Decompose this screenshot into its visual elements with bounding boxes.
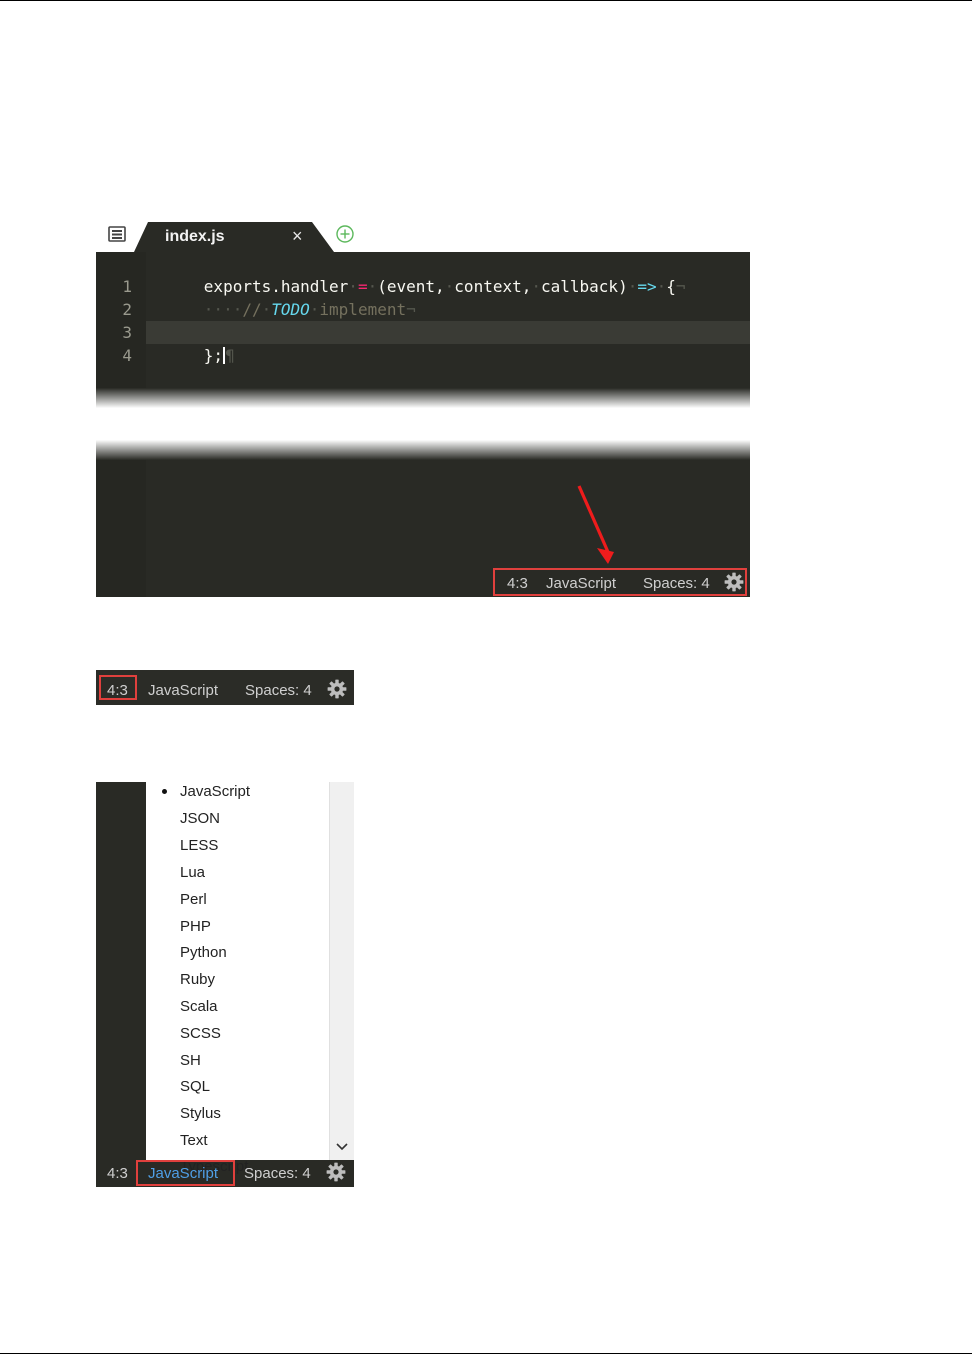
language-option[interactable]: SQL	[180, 1073, 210, 1100]
language-option[interactable]: JavaScript	[180, 782, 250, 805]
language-option[interactable]: Stylus	[180, 1100, 221, 1127]
code-editor-panel: index.js × 1 exports.handler·=·(event,·co…	[96, 214, 750, 597]
dropdown-scrollbar[interactable]	[329, 782, 354, 1160]
line-number: 2	[122, 300, 132, 319]
code-line-2[interactable]: 2 ····//·TODO·implement¬	[122, 275, 415, 319]
language-mode[interactable]: JavaScript	[546, 575, 616, 592]
top-page-rule	[0, 0, 972, 1]
language-option[interactable]: JSON	[180, 805, 220, 832]
language-option[interactable]: Python	[180, 939, 227, 966]
language-option[interactable]: Text	[180, 1127, 208, 1154]
indentation-setting[interactable]: Spaces: 4	[244, 1165, 311, 1182]
selected-bullet-icon	[162, 789, 167, 794]
status-bar-snippet: 4:3 JavaScript Spaces: 4	[96, 670, 354, 705]
cursor-position[interactable]: 4:3	[107, 1165, 128, 1182]
screenshot-break-band	[96, 388, 750, 460]
language-option[interactable]: LESS	[180, 832, 218, 859]
line-number: 4	[122, 346, 132, 365]
language-option[interactable]: Lua	[180, 859, 205, 886]
cursor-position[interactable]: 4:3	[107, 682, 128, 699]
gear-icon[interactable]	[326, 1162, 346, 1182]
language-selector-panel: JavaScript JSON LESS Lua Perl PHP Python…	[96, 782, 354, 1187]
indentation-setting[interactable]: Spaces: 4	[643, 575, 710, 592]
code-line-3[interactable]: 3····callback(null,·'Hello·from·Lambda')…	[122, 298, 598, 342]
language-option[interactable]: SH	[180, 1047, 201, 1074]
bottom-page-rule	[0, 1353, 972, 1354]
chevron-down-icon[interactable]	[336, 1142, 348, 1152]
editor-status-bar: 4:3 JavaScript Spaces: 4	[493, 568, 747, 596]
language-option[interactable]: Ruby	[180, 966, 215, 993]
language-option[interactable]: Perl	[180, 886, 207, 913]
language-dropdown[interactable]: JavaScript JSON LESS Lua Perl PHP Python…	[146, 782, 354, 1175]
gear-icon[interactable]	[327, 679, 347, 699]
add-tab-icon[interactable]	[336, 225, 354, 243]
code-line-1[interactable]: 1 exports.handler·=·(event,·context,·call…	[122, 252, 685, 296]
list-menu-icon[interactable]	[108, 226, 126, 242]
language-option[interactable]: PHP	[180, 913, 211, 940]
tab-index-js[interactable]: index.js ×	[134, 222, 334, 252]
code-line-4[interactable]: 4}; ¶	[122, 321, 750, 365]
gear-icon[interactable]	[724, 572, 744, 592]
cursor-position[interactable]: 4:3	[507, 575, 528, 592]
tab-bar: index.js ×	[96, 214, 750, 252]
line-number: 3	[122, 323, 132, 342]
language-option[interactable]: Scala	[180, 993, 218, 1020]
language-mode[interactable]: JavaScript	[148, 682, 218, 699]
highlight-box	[136, 1160, 235, 1186]
dropdown-status-bar: 4:3 JavaScript Spaces: 4	[96, 1160, 354, 1187]
line-number: 1	[122, 277, 132, 296]
indentation-setting[interactable]: Spaces: 4	[245, 682, 312, 699]
annotation-arrow-icon	[577, 485, 614, 564]
close-icon[interactable]: ×	[292, 226, 303, 247]
language-option[interactable]: SCSS	[180, 1020, 221, 1047]
tab-title: index.js	[165, 228, 225, 245]
